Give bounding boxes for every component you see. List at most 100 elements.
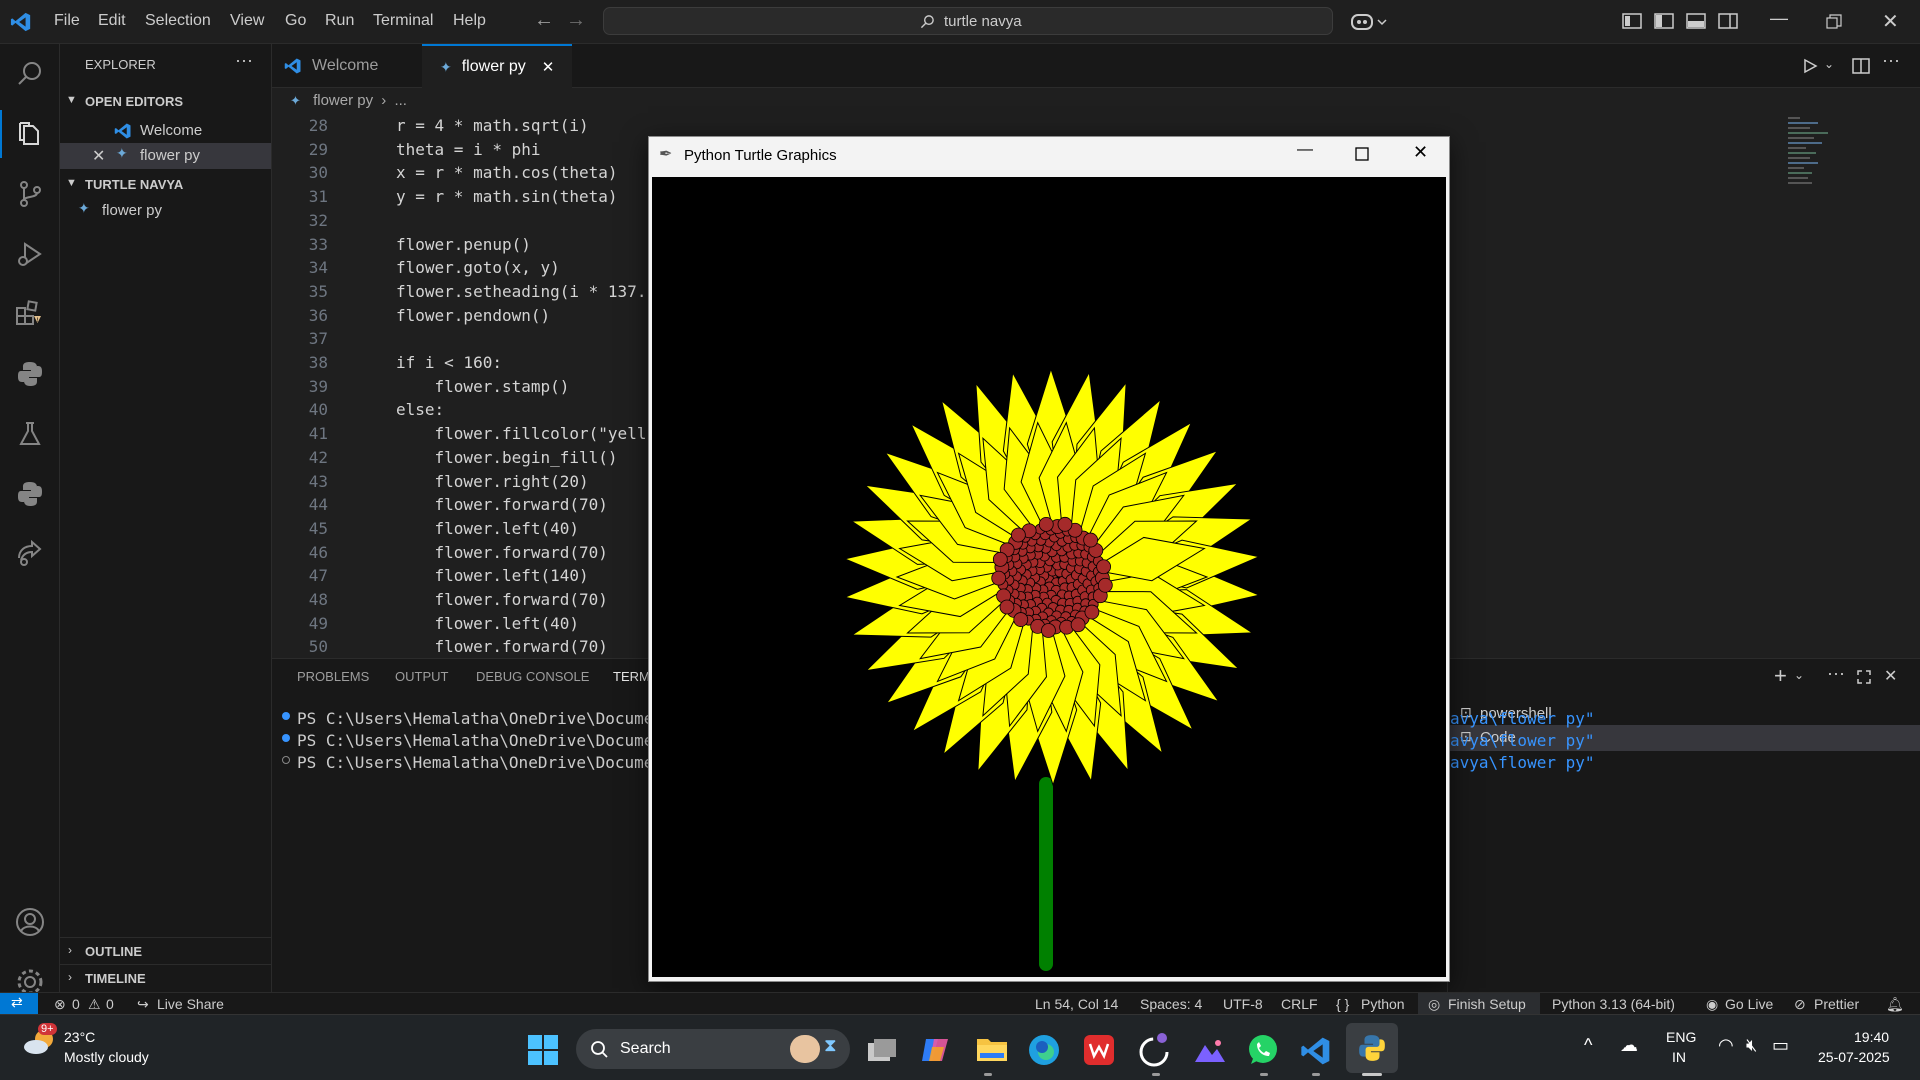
go-live-icon[interactable]: ◉ xyxy=(1706,996,1718,1013)
restore-icon[interactable] xyxy=(1826,14,1842,30)
language-indicator-top[interactable]: ENG xyxy=(1666,1029,1696,1045)
accounts-icon[interactable] xyxy=(10,902,50,942)
finish-setup-button[interactable]: ◎ Finish Setup xyxy=(1418,993,1540,1014)
weather-widget[interactable]: 9+ xyxy=(22,1023,57,1057)
indentation[interactable]: Spaces: 4 xyxy=(1140,996,1202,1012)
github-desktop-icon[interactable] xyxy=(1138,1032,1170,1068)
close-icon[interactable]: ✕ xyxy=(1413,142,1428,163)
toggle-panel-icon[interactable] xyxy=(1686,12,1706,30)
file-explorer-icon[interactable] xyxy=(976,1035,1008,1063)
toggle-sidebar-icon[interactable] xyxy=(1654,12,1674,30)
task-view-icon[interactable] xyxy=(866,1037,898,1063)
copilot-icon[interactable] xyxy=(1350,11,1390,33)
chevron-down-icon[interactable]: ⌄ xyxy=(1794,668,1804,682)
python-icon[interactable] xyxy=(10,354,50,394)
photos-app-icon[interactable] xyxy=(1194,1037,1226,1063)
breadcrumb-more[interactable]: ... xyxy=(394,92,407,109)
testing-icon[interactable] xyxy=(10,414,50,454)
close-editor-icon[interactable]: ✕ xyxy=(92,146,105,166)
tab-terminal[interactable]: TERM xyxy=(613,669,650,684)
toggle-secondary-sidebar-icon[interactable] xyxy=(1718,12,1738,30)
taskbar-search[interactable]: Search ⧗ xyxy=(576,1029,850,1069)
folder-header[interactable]: TURTLE NAVYA xyxy=(85,177,183,192)
errors-count[interactable]: 0 xyxy=(72,996,80,1012)
notifications-bell-icon[interactable]: 🔔︎ xyxy=(1886,996,1904,1013)
tab-debug-console[interactable]: DEBUG CONSOLE xyxy=(476,669,589,684)
command-center-search[interactable]: turtle navya xyxy=(603,7,1333,35)
more-actions-icon[interactable]: ··· xyxy=(235,50,253,71)
whatsapp-icon[interactable] xyxy=(1246,1033,1280,1067)
back-arrow-icon[interactable]: ← xyxy=(534,9,554,32)
source-control-icon[interactable] xyxy=(10,174,50,214)
battery-icon[interactable]: ▭ xyxy=(1772,1035,1789,1056)
chevron-up-icon[interactable]: ^ xyxy=(1584,1035,1592,1056)
remote-indicator[interactable]: ⇄ xyxy=(0,993,38,1014)
explorer-icon[interactable] xyxy=(10,114,50,154)
wifi-icon[interactable]: ◠ xyxy=(1718,1035,1734,1056)
chevron-down-icon[interactable]: ⌄ xyxy=(1824,57,1834,71)
tab-flower-py[interactable]: ✦ flower py ✕ xyxy=(422,44,572,88)
new-terminal-icon[interactable]: + xyxy=(1774,663,1787,689)
wps-office-icon[interactable] xyxy=(1084,1035,1114,1065)
turtle-graphics-window[interactable]: ✒ Python Turtle Graphics — ✕ xyxy=(648,136,1450,982)
chevron-right-icon[interactable]: › xyxy=(68,970,72,984)
end-of-line[interactable]: CRLF xyxy=(1281,996,1318,1012)
menu-go[interactable]: Go xyxy=(285,12,306,30)
cursor-position[interactable]: Ln 54, Col 14 xyxy=(1035,996,1118,1012)
maximize-icon[interactable] xyxy=(1355,147,1369,161)
live-share-icon[interactable]: ↪ xyxy=(137,996,149,1013)
extensions-icon[interactable]: ! xyxy=(10,294,50,334)
close-panel-icon[interactable]: ✕ xyxy=(1884,666,1897,686)
menu-selection[interactable]: Selection xyxy=(145,12,211,30)
command-success-dot[interactable] xyxy=(282,712,290,720)
close-tab-icon[interactable]: ✕ xyxy=(542,58,555,76)
vscode-logo-icon[interactable] xyxy=(10,11,32,33)
copilot-app-icon[interactable] xyxy=(920,1035,952,1065)
menu-terminal[interactable]: Terminal xyxy=(373,12,433,30)
chevron-right-icon[interactable]: › xyxy=(68,943,72,957)
edge-browser-icon[interactable] xyxy=(1028,1034,1060,1066)
windows-start-icon[interactable] xyxy=(528,1035,558,1065)
vscode-taskbar-icon[interactable] xyxy=(1300,1035,1332,1067)
breadcrumb-file[interactable]: flower py xyxy=(313,92,373,109)
run-debug-icon[interactable] xyxy=(10,234,50,274)
minimap[interactable] xyxy=(1788,114,1848,224)
live-share-label[interactable]: Live Share xyxy=(157,996,224,1012)
command-success-dot[interactable] xyxy=(282,734,290,742)
menu-edit[interactable]: Edit xyxy=(98,12,126,30)
maximize-panel-icon[interactable] xyxy=(1856,669,1872,685)
forward-arrow-icon[interactable]: → xyxy=(566,9,586,32)
open-editor-flower[interactable]: ✕ ✦ flower py xyxy=(60,143,271,169)
turtle-canvas[interactable] xyxy=(652,177,1446,977)
open-editor-welcome[interactable]: Welcome xyxy=(114,118,264,142)
outline-header[interactable]: OUTLINE xyxy=(85,944,142,959)
chevron-down-icon[interactable]: ▼ xyxy=(66,94,77,106)
python-taskbar-button[interactable] xyxy=(1346,1023,1398,1073)
menu-view[interactable]: View xyxy=(230,12,264,30)
tab-output[interactable]: OUTPUT xyxy=(395,669,448,684)
minimize-icon[interactable]: — xyxy=(1770,8,1788,29)
encoding[interactable]: UTF-8 xyxy=(1223,996,1263,1012)
minimize-icon[interactable]: — xyxy=(1297,141,1313,159)
menu-run[interactable]: Run xyxy=(325,12,354,30)
command-pending-dot[interactable] xyxy=(282,756,290,764)
live-share-icon[interactable] xyxy=(10,534,50,574)
go-live-label[interactable]: Go Live xyxy=(1725,996,1773,1012)
warning-icon[interactable]: ⚠ xyxy=(88,996,101,1013)
language-mode[interactable]: Python xyxy=(1361,996,1405,1012)
close-window-icon[interactable]: ✕ xyxy=(1882,9,1899,34)
open-editors-header[interactable]: OPEN EDITORS xyxy=(85,94,183,109)
split-editor-icon[interactable] xyxy=(1852,57,1870,75)
file-item-flower[interactable]: ✦ flower py xyxy=(78,198,258,222)
volume-muted-icon[interactable]: 🔇︎ xyxy=(1746,1035,1757,1056)
customize-layout-icon[interactable] xyxy=(1622,12,1642,30)
prettier-icon[interactable]: ⊘ xyxy=(1794,996,1806,1013)
search-view-icon[interactable] xyxy=(10,54,50,94)
clock-date[interactable]: 25-07-2025 xyxy=(1818,1049,1890,1065)
chevron-down-icon[interactable]: ▼ xyxy=(66,177,77,189)
run-python-file-icon[interactable] xyxy=(1802,58,1818,74)
python-interpreter[interactable]: Python 3.13 (64-bit) xyxy=(1552,996,1675,1012)
weather-temp[interactable]: 23°C xyxy=(64,1029,95,1045)
tab-problems[interactable]: PROBLEMS xyxy=(297,669,369,684)
menu-help[interactable]: Help xyxy=(453,12,486,30)
